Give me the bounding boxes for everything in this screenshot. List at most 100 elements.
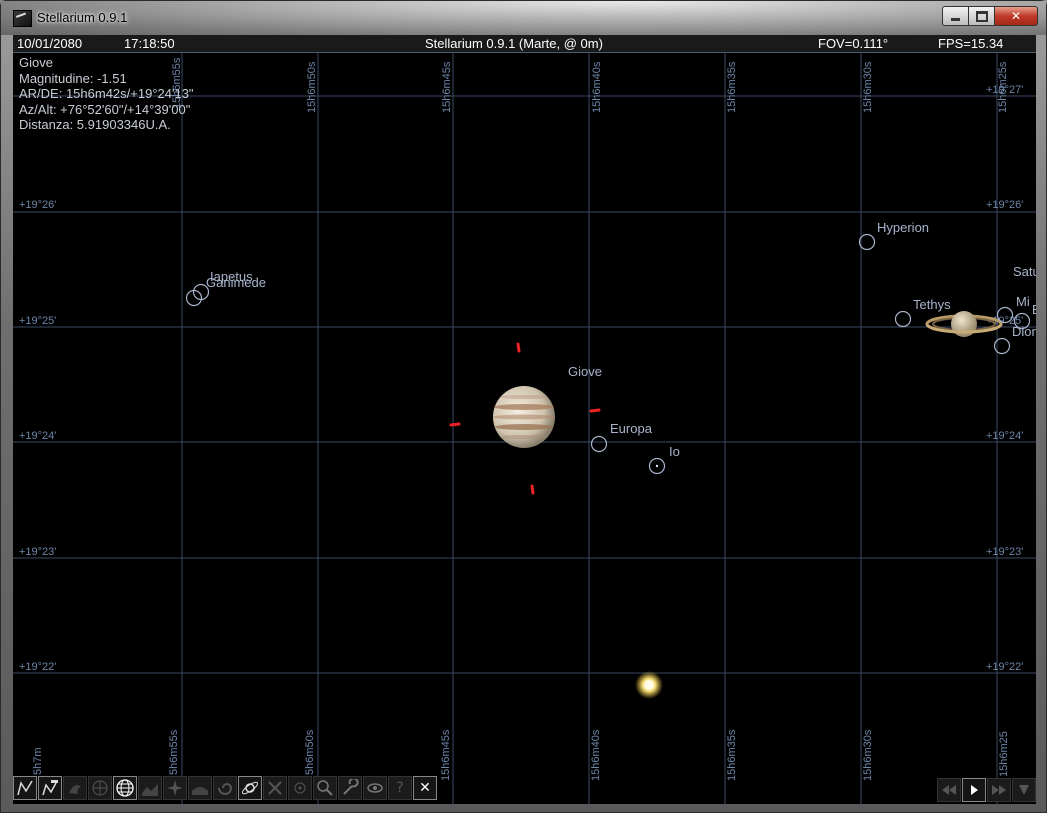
dec-label: +19°22': [986, 661, 1023, 673]
tethys-marker[interactable]: [894, 310, 912, 328]
night-mode-button[interactable]: [363, 776, 387, 800]
minimize-button[interactable]: [942, 6, 969, 26]
saturn-label[interactable]: Satu: [1013, 264, 1036, 279]
sky-viewport[interactable]: 15h6m55s 15h6m50s 15h6m45s 15h6m40s 15h6…: [13, 35, 1036, 804]
fps-text: FPS=15.34: [938, 36, 1004, 51]
sky-canvas[interactable]: 15h6m55s 15h6m50s 15h6m45s 15h6m40s 15h6…: [13, 35, 1036, 804]
help-button[interactable]: ?: [388, 776, 412, 800]
search-icon: [317, 780, 333, 796]
ra-label: 15h6m45s: [441, 61, 453, 113]
bright-star[interactable]: [635, 671, 663, 699]
play-icon: [971, 785, 978, 795]
ra-label: 15h6m30s: [862, 61, 874, 113]
europa-marker[interactable]: [590, 435, 608, 453]
ra-label: 5h6m50s: [304, 729, 316, 775]
io-dot: [655, 464, 659, 468]
ra-label: 15h6m40s: [590, 729, 602, 781]
jupiter-label[interactable]: Giove: [568, 364, 602, 379]
enceladus-label[interactable]: E: [1032, 302, 1036, 317]
fast-forward-icon: [992, 785, 1006, 795]
dec-label: +19°24': [986, 430, 1023, 442]
nebulae-button[interactable]: [213, 776, 237, 800]
ra-label: 5h6m55s: [168, 729, 180, 775]
ra-label: 15h6m35s: [726, 729, 738, 781]
dec-label: +19°25': [19, 315, 56, 327]
center-button[interactable]: [288, 776, 312, 800]
minimize-icon: [951, 17, 960, 21]
jupiter-planet[interactable]: [493, 386, 555, 448]
atmosphere-button[interactable]: [188, 776, 212, 800]
ra-label: 15h6m50s: [306, 61, 318, 113]
app-window: Stellarium 0.9.1 ✕ 15h6m55s 15h6m50s 15h…: [0, 0, 1047, 813]
azimuthal-grid-button[interactable]: [113, 776, 137, 800]
telescope-button[interactable]: [263, 776, 287, 800]
dec-label: +19°26': [19, 199, 56, 211]
object-az-alt: Az/Alt: +76°52'60"/+14°39'00": [19, 101, 191, 117]
title-bar[interactable]: Stellarium 0.9.1 ✕: [1, 1, 1046, 35]
time-toolbar: [937, 778, 1036, 802]
object-distance: Distanza: 5.91903346U.A.: [19, 117, 171, 132]
constellation-art-button[interactable]: [63, 776, 87, 800]
real-time-button[interactable]: [1012, 778, 1036, 802]
dec-label: +19°23': [19, 546, 56, 558]
object-name: Giove: [19, 55, 53, 70]
constellation-lines-icon: [17, 780, 33, 796]
dec-label: +19°22': [19, 661, 56, 673]
search-button[interactable]: [313, 776, 337, 800]
object-info-panel: Giove Magnitudine: -1.51 AR/DE: 15h6m42s…: [19, 55, 194, 133]
hyperion-marker[interactable]: [858, 233, 876, 251]
dec-label: +19°26': [986, 199, 1023, 211]
ra-label: 15h6m45s: [440, 729, 452, 781]
maximize-icon: [975, 10, 988, 22]
config-button[interactable]: [338, 776, 362, 800]
cardinal-points-icon: [167, 780, 183, 796]
window-title: Stellarium 0.9.1: [37, 10, 128, 25]
night-mode-icon: [367, 783, 383, 793]
atmosphere-icon: [192, 787, 208, 795]
equatorial-grid-button[interactable]: [88, 776, 112, 800]
close-button[interactable]: ✕: [994, 6, 1038, 26]
dione-label[interactable]: Dion: [1012, 324, 1036, 339]
help-icon: ?: [396, 780, 404, 796]
tethys-label[interactable]: Tethys: [913, 297, 951, 312]
ra-label: 15h6m30s: [862, 729, 874, 781]
constellation-art-icon: [69, 785, 81, 794]
ra-labels-top: 15h6m55s 15h6m50s 15h6m45s 15h6m40s 15h6…: [171, 57, 1009, 113]
close-icon: ✕: [1010, 9, 1022, 23]
ra-label: 15h6m25: [998, 731, 1010, 777]
ganimede-label[interactable]: Ganimede: [206, 275, 266, 290]
constellation-names-button[interactable]: [38, 776, 62, 800]
planets-icon: [241, 781, 259, 795]
ra-label: 15h6m40s: [591, 61, 603, 113]
quit-button[interactable]: ✕: [413, 776, 437, 800]
object-magnitude: Magnitudine: -1.51: [19, 70, 127, 86]
status-bar: 10/01/2080 17:18:50 Stellarium 0.9.1 (Ma…: [13, 35, 1036, 53]
io-label[interactable]: Io: [669, 444, 680, 459]
constellation-lines-button[interactable]: [13, 776, 37, 800]
dec-labels-left: +19°26' +19°25' +19°24' +19°23' +19°22': [19, 199, 56, 673]
ra-labels-bottom: 5h7m 5h6m55s 5h6m50s 15h6m45s 15h6m40s 1…: [32, 729, 1010, 781]
dec-label: +19°27': [986, 84, 1023, 96]
nebulae-icon: [218, 783, 233, 795]
maximize-button[interactable]: [968, 6, 995, 26]
mimas-label[interactable]: Mi: [1016, 294, 1030, 309]
dec-labels-right: +19°27' +19°26' +19°25' +19°24' +19°23' …: [986, 84, 1023, 673]
planets-button[interactable]: [238, 776, 262, 800]
azimuthal-grid-icon: [116, 779, 134, 797]
fast-forward-button[interactable]: [987, 778, 1011, 802]
europa-label[interactable]: Europa: [610, 421, 653, 436]
dec-label: +19°23': [986, 546, 1023, 558]
stellarium-app-icon[interactable]: [13, 10, 32, 27]
play-button[interactable]: [962, 778, 986, 802]
cardinal-points-button[interactable]: [163, 776, 187, 800]
ground-button[interactable]: [138, 776, 162, 800]
dec-label: +19°24': [19, 430, 56, 442]
date-text: 10/01/2080: [17, 36, 83, 51]
rewind-button[interactable]: [937, 778, 961, 802]
ra-label: 15h6m35s: [726, 61, 738, 113]
location-text: Stellarium 0.9.1 (Marte, @ 0m): [425, 36, 603, 51]
ground-icon: [142, 784, 158, 796]
hyperion-label[interactable]: Hyperion: [877, 220, 929, 235]
rewind-icon: [942, 785, 956, 795]
real-time-icon: [1019, 785, 1029, 795]
